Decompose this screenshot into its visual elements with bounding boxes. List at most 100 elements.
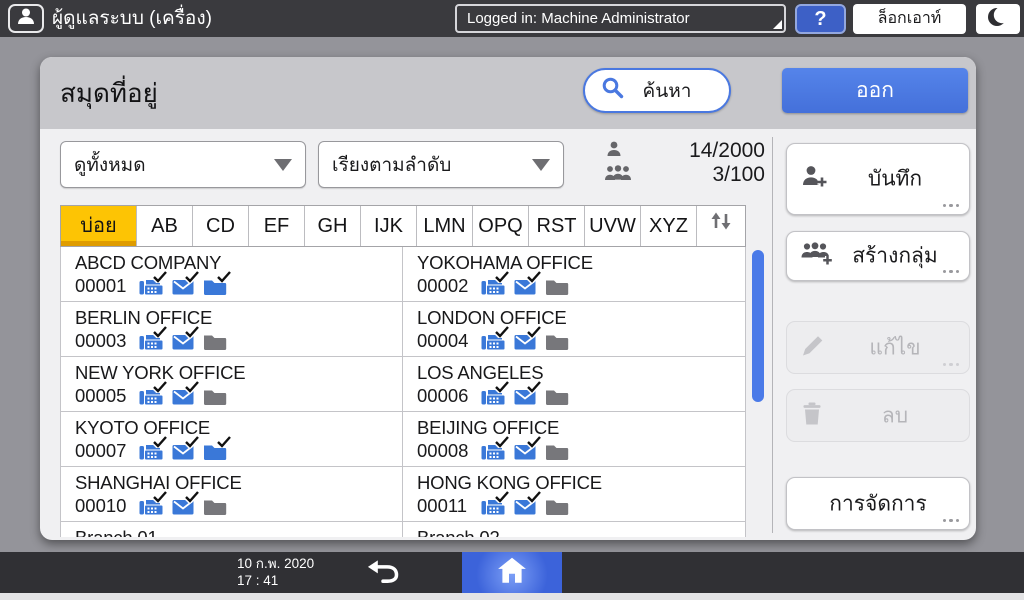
- tab-xyz[interactable]: XYZ: [641, 206, 697, 246]
- email-icon: [171, 380, 199, 406]
- entry-name: SHANGHAI OFFICE: [75, 472, 242, 493]
- more-dots-icon: [942, 518, 959, 522]
- tab-lmn[interactable]: LMN: [417, 206, 473, 246]
- folder-icon: [203, 270, 231, 296]
- sort-order-value: เรียงตามลำดับ: [332, 154, 452, 176]
- entry-name: Branch 02: [417, 527, 500, 537]
- address-entry[interactable]: Branch 02...: [403, 522, 745, 537]
- action-label: ลบ: [881, 404, 909, 427]
- action-label: แก้ไข: [869, 336, 921, 359]
- chevron-down-icon: [532, 158, 550, 171]
- back-button[interactable]: [343, 552, 423, 593]
- fax-icon: [481, 490, 509, 516]
- action-label: การจัดการ: [829, 492, 927, 515]
- more-dots-icon: [942, 269, 959, 273]
- entry-name: Branch 01: [75, 527, 158, 537]
- email-icon: [171, 490, 199, 516]
- create-group-button[interactable]: สร้างกลุ่ม: [786, 231, 970, 281]
- user-account-button[interactable]: [8, 4, 44, 33]
- email-icon: [171, 435, 199, 461]
- view-filter-dropdown[interactable]: ดูทั้งหมด: [60, 141, 306, 188]
- address-entry[interactable]: BEIJING OFFICE 00008: [403, 412, 745, 467]
- top-bar: ผู้ดูแลระบบ (เครื่อง) Logged in: Machine…: [0, 0, 1024, 37]
- address-entry[interactable]: KYOTO OFFICE 00007: [61, 412, 403, 467]
- scrollbar[interactable]: [752, 250, 764, 402]
- entry-number: 00007: [75, 440, 127, 461]
- address-entry[interactable]: LONDON OFFICE 00004: [403, 302, 745, 357]
- more-dots-icon: [942, 203, 959, 207]
- folder-icon: [203, 387, 227, 406]
- email-icon: [171, 270, 199, 296]
- view-filter-value: ดูทั้งหมด: [74, 154, 146, 176]
- dropdown-corner-icon: [773, 20, 782, 29]
- address-entry[interactable]: NEW YORK OFFICE 00005: [61, 357, 403, 412]
- tab-opq[interactable]: OPQ: [473, 206, 529, 246]
- address-entry[interactable]: SHANGHAI OFFICE 00010: [61, 467, 403, 522]
- entry-number: 00003: [75, 330, 127, 351]
- home-button[interactable]: [462, 552, 562, 593]
- search-label: ค้นหา: [642, 80, 692, 102]
- tab-cd[interactable]: CD: [193, 206, 249, 246]
- email-icon: [513, 380, 541, 406]
- sort-order-dropdown[interactable]: เรียงตามลำดับ: [318, 141, 564, 188]
- entry-name: YOKOHAMA OFFICE: [417, 252, 593, 273]
- home-icon: [496, 555, 528, 590]
- tab-rst[interactable]: RST: [529, 206, 585, 246]
- groups-count: 3/100: [712, 163, 765, 186]
- register-button[interactable]: บันทึก: [786, 143, 970, 215]
- tab-ijk[interactable]: IJK: [361, 206, 417, 246]
- action-label: สร้างกลุ่ม: [852, 244, 938, 268]
- address-entry[interactable]: Branch 01...: [61, 522, 403, 537]
- entry-number: 00002: [417, 275, 469, 296]
- fax-icon: [139, 380, 167, 406]
- entry-name: BERLIN OFFICE: [75, 307, 213, 328]
- entry-number: 00001: [75, 275, 127, 296]
- search-button[interactable]: ค้นหา: [583, 68, 731, 113]
- group-icon: [605, 164, 631, 186]
- page-title: สมุดที่อยู่: [60, 78, 158, 108]
- edit-button: แก้ไข: [786, 321, 970, 374]
- entry-overflow-dots: ...: [362, 527, 384, 537]
- tab-frequent[interactable]: บ่อย: [61, 206, 137, 246]
- management-button[interactable]: การจัดการ: [786, 477, 970, 530]
- tab-uvw[interactable]: UVW: [585, 206, 641, 246]
- folder-icon: [203, 497, 227, 516]
- address-entry[interactable]: YOKOHAMA OFFICE 00002: [403, 247, 745, 302]
- vertical-divider: [772, 137, 773, 533]
- email-icon: [513, 435, 541, 461]
- tab-ab[interactable]: AB: [137, 206, 193, 246]
- user-icon: [16, 7, 36, 30]
- screen-bottom-edge: [0, 593, 1024, 600]
- entry-number: 00008: [417, 440, 469, 461]
- entry-number: 00004: [417, 330, 469, 351]
- entry-name: ABCD COMPANY: [75, 252, 222, 273]
- entry-name: LOS ANGELES: [417, 362, 544, 383]
- address-entry[interactable]: ABCD COMPANY 00001: [61, 247, 403, 302]
- panel-header: สมุดที่อยู่ ค้นหา ออก: [40, 57, 976, 129]
- entry-number: 00005: [75, 385, 127, 406]
- entry-name: LONDON OFFICE: [417, 307, 567, 328]
- tab-gh[interactable]: GH: [305, 206, 361, 246]
- address-entry[interactable]: HONG KONG OFFICE 00011: [403, 467, 745, 522]
- logout-button[interactable]: ล็อกเอาท์: [853, 4, 966, 34]
- folder-icon: [545, 497, 569, 516]
- address-entry[interactable]: LOS ANGELES 00006: [403, 357, 745, 412]
- fax-icon: [139, 435, 167, 461]
- search-icon: [601, 76, 625, 105]
- energy-saver-button[interactable]: [976, 4, 1020, 34]
- switch-list-button[interactable]: [697, 206, 745, 246]
- folder-icon: [545, 332, 569, 351]
- fax-icon: [139, 325, 167, 351]
- time-text: 17 : 41: [237, 573, 279, 588]
- address-entry[interactable]: BERLIN OFFICE 00003: [61, 302, 403, 357]
- login-status-dropdown[interactable]: Logged in: Machine Administrator: [455, 4, 786, 33]
- exit-button[interactable]: ออก: [782, 68, 968, 113]
- email-icon: [513, 325, 541, 351]
- help-button[interactable]: ?: [795, 4, 846, 34]
- back-arrow-icon: [364, 557, 402, 589]
- address-book-panel: สมุดที่อยู่ ค้นหา ออก ดูทั้งหมด เรียงตาม…: [40, 57, 976, 540]
- index-tab-bar: บ่อย AB CD EF GH IJK LMN OPQ RST UVW XYZ: [60, 205, 746, 247]
- tab-ef[interactable]: EF: [249, 206, 305, 246]
- fax-icon: [481, 380, 509, 406]
- fax-icon: [481, 325, 509, 351]
